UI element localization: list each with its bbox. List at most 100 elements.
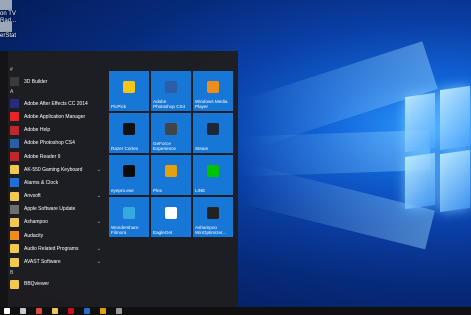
desktop-app-icon bbox=[0, 0, 12, 10]
steam-icon bbox=[207, 123, 219, 135]
start-icon[interactable] bbox=[4, 308, 10, 314]
chrome-icon[interactable] bbox=[36, 308, 42, 314]
app-list-item[interactable]: AVAST Software ⌄ bbox=[8, 255, 105, 268]
tile-label: Steam bbox=[195, 146, 209, 151]
start-menu-rail bbox=[0, 51, 8, 307]
adobe-help-icon bbox=[10, 125, 19, 135]
tile-label: Windows Media Player bbox=[195, 99, 228, 109]
folder-icon bbox=[10, 244, 19, 254]
search-icon[interactable] bbox=[20, 308, 26, 314]
app-list-item[interactable]: Adobe Application Manager bbox=[8, 110, 105, 123]
app-list-item[interactable]: Adobe Photoshop CS4 bbox=[8, 137, 105, 150]
taskbar bbox=[0, 307, 471, 315]
app-list-item[interactable]: Audacity bbox=[8, 229, 105, 242]
tile[interactable]: Steam bbox=[193, 113, 233, 153]
tile-label: Wondershare Filmora bbox=[111, 225, 139, 235]
photoshop-icon bbox=[165, 81, 177, 93]
filmora-icon bbox=[123, 207, 135, 219]
desktop-icon[interactable]: erStat bbox=[0, 22, 16, 40]
app-list-item[interactable]: Adobe After Effects CC 2014 bbox=[8, 97, 105, 110]
app-list-item-label: Adobe Photoshop CS4 bbox=[24, 140, 75, 147]
after-effects-icon bbox=[10, 99, 19, 109]
desktop-app-icon bbox=[0, 22, 12, 32]
chevron-down-icon: ⌄ bbox=[96, 245, 101, 252]
desktop-icon-label: erStat bbox=[0, 33, 17, 39]
app-icon bbox=[10, 77, 19, 87]
tile-label: PicPick bbox=[111, 104, 127, 109]
app-list-item[interactable]: Apple Software Update bbox=[8, 203, 105, 216]
app-list-item-label: 3D Builder bbox=[24, 78, 48, 85]
app-list-item[interactable]: Adobe Help bbox=[8, 124, 105, 137]
app-list-item-label: Adobe Reader 9 bbox=[24, 153, 61, 160]
app-list-item[interactable]: Adobe Reader 9 bbox=[8, 150, 105, 163]
app-list-item-label: BBQviewer bbox=[24, 281, 50, 288]
tile[interactable]: Razer Cortex bbox=[109, 113, 149, 153]
app-list-item[interactable]: Alarms & Clock bbox=[8, 176, 105, 189]
app-list-item[interactable]: AK-550 Gaming Keyboard ⌄ bbox=[8, 163, 105, 176]
tile[interactable]: EagleGet bbox=[151, 197, 191, 237]
tile[interactable]: Ashampoo WinOptimizer... bbox=[193, 197, 233, 237]
chevron-down-icon: ⌄ bbox=[96, 166, 101, 173]
app-icon-2[interactable] bbox=[100, 308, 106, 314]
tile-label: Ashampoo WinOptimizer... bbox=[195, 225, 227, 235]
app-list-item-label: Adobe After Effects CC 2014 bbox=[24, 100, 88, 107]
app-list-item-label: AK-550 Gaming Keyboard bbox=[24, 166, 83, 173]
tile[interactable]: GeForce Experience bbox=[151, 113, 191, 153]
app-list-item-label: Anvsoft bbox=[24, 193, 41, 200]
app-list-item[interactable]: Anvsoft ⌄ bbox=[8, 190, 105, 203]
tile[interactable]: Windows Media Player bbox=[193, 71, 233, 111]
tile[interactable]: Adobe Photoshop CS4 bbox=[151, 71, 191, 111]
winoptimizer-icon bbox=[207, 207, 219, 219]
tile[interactable]: Wondershare Filmora bbox=[109, 197, 149, 237]
opera-icon[interactable] bbox=[68, 308, 74, 314]
adobe-icon bbox=[10, 112, 19, 122]
folder-icon bbox=[10, 257, 19, 267]
app-list-item-label: Audacity bbox=[24, 232, 44, 239]
app-list-item[interactable]: 3D Builder bbox=[8, 75, 105, 88]
tile[interactable]: LINE bbox=[193, 155, 233, 195]
tile-label: eyepro.exe bbox=[111, 188, 134, 193]
tile[interactable]: Plex bbox=[151, 155, 191, 195]
app-list: #3D Builder A Adobe After Effects CC 2014 A… bbox=[8, 66, 105, 291]
app-list-item-label: AVAST Software bbox=[24, 259, 61, 266]
tile-label: GeForce Experience bbox=[153, 141, 176, 151]
app-list-item[interactable]: BBQviewer bbox=[8, 278, 105, 291]
tile-label: Adobe Photoshop CS4 bbox=[153, 99, 186, 109]
line-icon bbox=[207, 165, 219, 177]
acrobat-icon bbox=[10, 152, 19, 162]
plex-icon bbox=[165, 165, 177, 177]
window-logo-pane bbox=[440, 85, 470, 151]
tile[interactable]: PicPick bbox=[109, 71, 149, 111]
photoshop-icon bbox=[10, 138, 19, 148]
app-icon-3[interactable] bbox=[116, 308, 122, 314]
section-header[interactable]: A bbox=[8, 88, 105, 97]
desktop-icon-label: on TV bbox=[0, 11, 16, 17]
chevron-down-icon: ⌄ bbox=[96, 259, 101, 266]
tile-label: Razer Cortex bbox=[111, 146, 139, 151]
app-list-item[interactable]: Ashampoo ⌄ bbox=[8, 216, 105, 229]
eyepro-icon bbox=[123, 165, 135, 177]
tile[interactable]: eyepro.exe bbox=[109, 155, 149, 195]
picpick-icon bbox=[123, 81, 135, 93]
media-player-icon bbox=[207, 81, 219, 93]
app-list-item-label: Adobe Application Manager bbox=[24, 113, 86, 120]
window-logo-pane bbox=[405, 152, 435, 210]
section-header[interactable]: # bbox=[8, 66, 105, 75]
app-list-item-label: Audio Related Programs bbox=[24, 245, 79, 252]
apple-update-icon bbox=[10, 204, 19, 214]
razer-cortex-icon bbox=[123, 123, 135, 135]
alarm-clock-icon bbox=[10, 178, 19, 188]
app-icon-1[interactable] bbox=[84, 308, 90, 314]
geforce-icon bbox=[165, 123, 177, 135]
section-header[interactable]: B bbox=[8, 269, 105, 278]
tile-label: Plex bbox=[153, 188, 162, 193]
app-list-item-label: Ashampoo bbox=[24, 219, 48, 226]
file-explorer-icon[interactable] bbox=[52, 308, 58, 314]
audacity-icon bbox=[10, 231, 19, 241]
app-list-item-label: Apple Software Update bbox=[24, 206, 76, 213]
chevron-down-icon: ⌄ bbox=[96, 219, 101, 226]
folder-icon bbox=[10, 191, 19, 201]
app-list-item-label: Adobe Help bbox=[24, 127, 51, 134]
folder-icon bbox=[10, 279, 19, 289]
app-list-item[interactable]: Audio Related Programs ⌄ bbox=[8, 242, 105, 255]
